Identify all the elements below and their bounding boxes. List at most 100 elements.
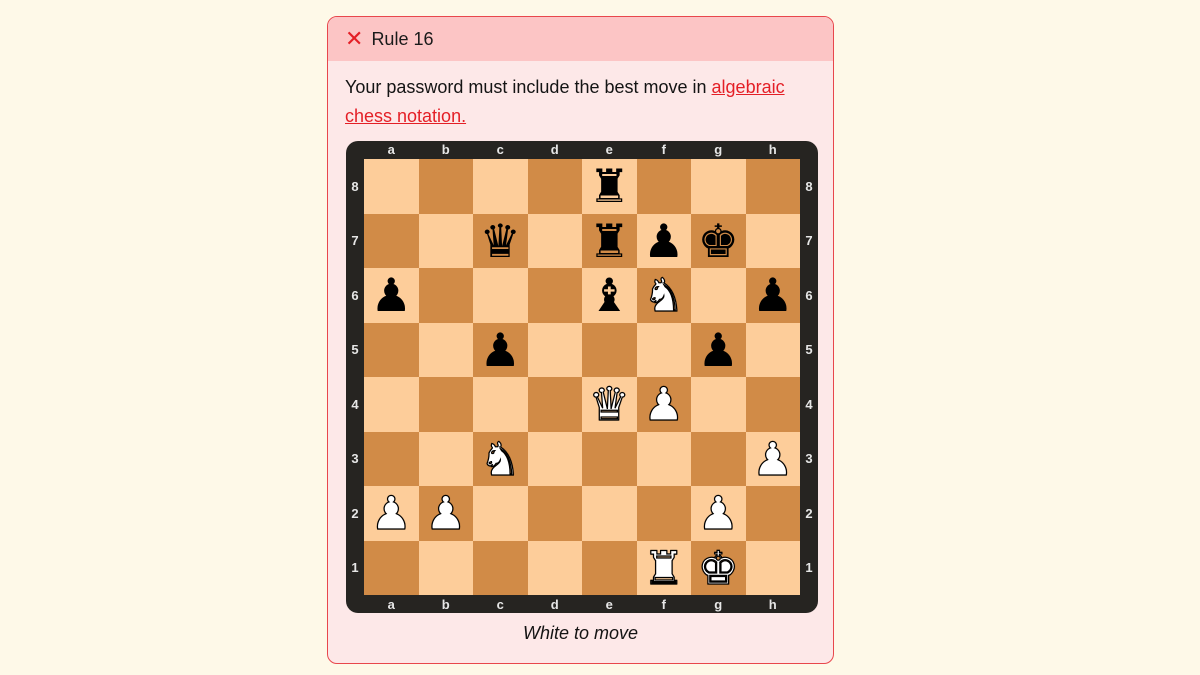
square-e1[interactable]	[582, 540, 637, 595]
rule-header: ✕ Rule 16	[328, 17, 833, 61]
black-rook-icon[interactable]: ♜	[589, 218, 630, 264]
white-pawn-icon[interactable]: ♟	[425, 490, 467, 537]
file-label: a	[387, 597, 395, 612]
square-h2[interactable]	[745, 486, 800, 541]
square-e3[interactable]	[582, 431, 637, 486]
square-a3[interactable]	[364, 431, 419, 486]
square-g5[interactable]: ♟	[691, 322, 746, 377]
square-g3[interactable]	[691, 431, 746, 486]
square-g4[interactable]	[691, 377, 746, 432]
square-h1[interactable]	[745, 540, 800, 595]
rank-label: 6	[805, 287, 813, 303]
square-h7[interactable]	[745, 213, 800, 268]
square-h4[interactable]	[745, 377, 800, 432]
black-pawn-icon[interactable]: ♟	[480, 327, 521, 373]
square-a2[interactable]: ♟	[364, 486, 419, 541]
square-c5[interactable]: ♟	[473, 322, 528, 377]
square-c7[interactable]: ♛	[473, 213, 528, 268]
square-e5[interactable]	[582, 322, 637, 377]
file-label: g	[714, 142, 723, 157]
square-h6[interactable]: ♟	[745, 268, 800, 323]
square-g7[interactable]: ♚	[691, 213, 746, 268]
square-d2[interactable]	[527, 486, 582, 541]
black-queen-icon[interactable]: ♛	[480, 218, 521, 264]
square-a4[interactable]	[364, 377, 419, 432]
white-knight-icon[interactable]: ♞	[643, 272, 685, 319]
square-g2[interactable]: ♟	[691, 486, 746, 541]
square-a6[interactable]: ♟	[364, 268, 419, 323]
square-f5[interactable]	[636, 322, 691, 377]
square-g1[interactable]: ♚	[691, 540, 746, 595]
square-b5[interactable]	[418, 322, 473, 377]
square-c1[interactable]	[473, 540, 528, 595]
black-rook-icon[interactable]: ♜	[589, 163, 630, 209]
square-e7[interactable]: ♜	[582, 213, 637, 268]
file-label: d	[550, 142, 559, 157]
square-c2[interactable]	[473, 486, 528, 541]
file-label: c	[496, 142, 504, 157]
file-label: h	[768, 142, 777, 157]
square-d4[interactable]	[527, 377, 582, 432]
square-h3[interactable]: ♟	[745, 431, 800, 486]
square-e2[interactable]	[582, 486, 637, 541]
square-b7[interactable]	[418, 213, 473, 268]
white-pawn-icon[interactable]: ♟	[752, 435, 794, 482]
square-a8[interactable]	[364, 159, 419, 214]
square-d6[interactable]	[527, 268, 582, 323]
square-d5[interactable]	[527, 322, 582, 377]
square-a1[interactable]	[364, 540, 419, 595]
square-e6[interactable]: ♝	[582, 268, 637, 323]
square-f7[interactable]: ♟	[636, 213, 691, 268]
white-pawn-icon[interactable]: ♟	[370, 490, 412, 537]
rank-label: 4	[351, 396, 359, 412]
white-pawn-icon[interactable]: ♟	[697, 490, 739, 537]
black-bishop-icon[interactable]: ♝	[589, 272, 630, 318]
square-d7[interactable]	[527, 213, 582, 268]
square-b4[interactable]	[418, 377, 473, 432]
chess-board-frame: a b c d e f g h a b c d e f g h 8 7 6 5 4 3 2 1 8 7 6 5 4 3 2 1 ♜ ♛ ♜ ♟…	[346, 141, 818, 613]
square-d1[interactable]	[527, 540, 582, 595]
square-b6[interactable]	[418, 268, 473, 323]
square-f4[interactable]: ♟	[636, 377, 691, 432]
white-pawn-icon[interactable]: ♟	[643, 381, 685, 428]
square-f2[interactable]	[636, 486, 691, 541]
square-f8[interactable]	[636, 159, 691, 214]
square-b1[interactable]	[418, 540, 473, 595]
side-to-move-caption: White to move	[522, 623, 639, 643]
square-e4[interactable]: ♛	[582, 377, 637, 432]
square-e8[interactable]: ♜	[582, 159, 637, 214]
white-queen-icon[interactable]: ♛	[588, 381, 630, 428]
rank-label: 7	[351, 233, 359, 249]
square-f1[interactable]: ♜	[636, 540, 691, 595]
square-c6[interactable]	[473, 268, 528, 323]
black-pawn-icon[interactable]: ♟	[643, 218, 684, 264]
white-knight-icon[interactable]: ♞	[479, 435, 521, 482]
square-b2[interactable]: ♟	[418, 486, 473, 541]
rank-label: 2	[351, 505, 359, 521]
square-a5[interactable]	[364, 322, 419, 377]
square-c8[interactable]	[473, 159, 528, 214]
file-label: b	[441, 142, 450, 157]
black-king-icon[interactable]: ♚	[698, 218, 739, 264]
square-b8[interactable]	[418, 159, 473, 214]
square-g6[interactable]	[691, 268, 746, 323]
square-a7[interactable]	[364, 213, 419, 268]
file-label: h	[768, 597, 777, 612]
square-d8[interactable]	[527, 159, 582, 214]
white-rook-icon[interactable]: ♜	[643, 544, 685, 591]
square-c3[interactable]: ♞	[473, 431, 528, 486]
square-f3[interactable]	[636, 431, 691, 486]
rule-card: ✕ Rule 16 Your password must include the…	[327, 16, 834, 664]
black-pawn-icon[interactable]: ♟	[752, 272, 793, 318]
x-icon: ✕	[345, 26, 364, 51]
square-g8[interactable]	[691, 159, 746, 214]
white-king-icon[interactable]: ♚	[697, 544, 739, 591]
black-pawn-icon[interactable]: ♟	[698, 327, 739, 373]
square-f6[interactable]: ♞	[636, 268, 691, 323]
square-b3[interactable]	[418, 431, 473, 486]
square-c4[interactable]	[473, 377, 528, 432]
black-pawn-icon[interactable]: ♟	[371, 272, 412, 318]
square-h8[interactable]	[745, 159, 800, 214]
square-d3[interactable]	[527, 431, 582, 486]
square-h5[interactable]	[745, 322, 800, 377]
